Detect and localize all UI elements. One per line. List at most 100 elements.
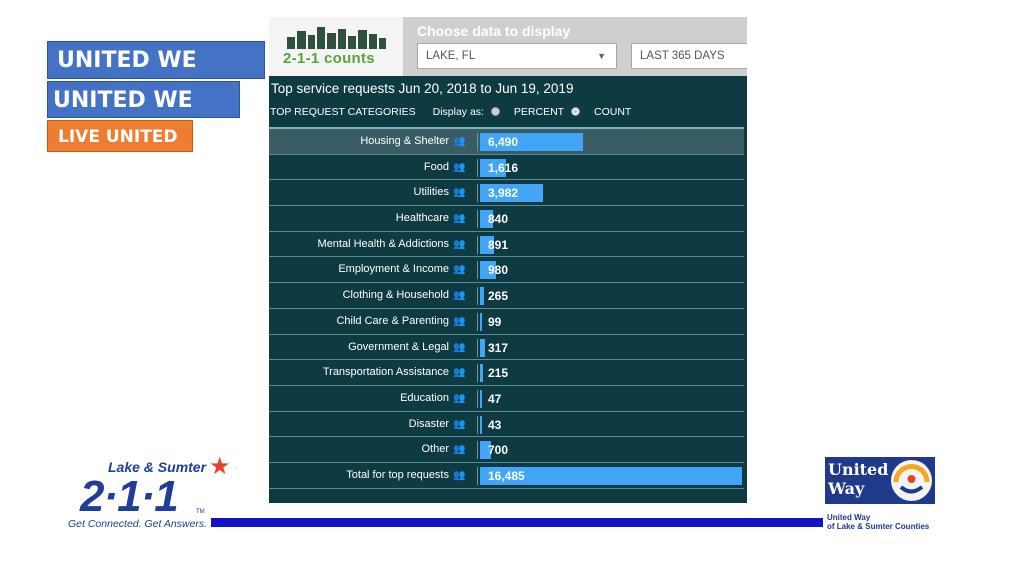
people-icon: 👥 [453, 290, 466, 302]
star-icon: ★ [209, 453, 231, 480]
requests-title: Top service requests Jun 20, 2018 to Jun… [271, 81, 574, 96]
row-value: 3,982 [488, 186, 519, 201]
people-icon: 👥 [453, 213, 466, 225]
row-label: Utilities 👥 [414, 180, 467, 205]
row-divider [477, 441, 478, 460]
slogan-live-united: LIVE UNITED [47, 120, 193, 152]
row-label-text: Government & Legal [348, 340, 449, 353]
row-value: 1,616 [488, 160, 519, 175]
tagline-text: Get Connected. Get Answers. [68, 518, 208, 530]
row-bar [480, 364, 484, 383]
table-row[interactable]: Disaster 👥 43 [269, 412, 744, 438]
row-bar [480, 338, 486, 357]
row-bar [480, 287, 485, 306]
table-row[interactable]: Utilities 👥 3,982 [269, 180, 744, 207]
people-icon: 👥 [453, 392, 466, 404]
table-row[interactable]: Food 👥 1,616 [269, 155, 744, 181]
row-label-text: Mental Health & Addictions [317, 237, 449, 250]
row-label-text: Child Care & Parenting [336, 314, 449, 327]
footer-rule [211, 518, 823, 527]
row-label: Education 👥 [400, 386, 467, 411]
count-radio[interactable] [571, 107, 580, 116]
choose-data-label: Choose data to display [417, 23, 571, 39]
location-select-value: LAKE, FL [426, 50, 476, 62]
united-way-sub1: United Way [827, 513, 871, 522]
row-value: 47 [488, 391, 502, 406]
row-value: 317 [488, 340, 509, 355]
united-way-emblem-icon [891, 460, 932, 501]
trademark-text: TM [196, 509, 205, 515]
table-row[interactable]: Housing & Shelter 👥 6,490 [269, 129, 744, 155]
united-way-sub2: of Lake & Sumter Counties [827, 522, 930, 531]
dashboard-screenshot: 2-1-1 counts Choose data to display LAKE… [269, 17, 747, 503]
people-icon: 👥 [453, 315, 466, 327]
row-divider [477, 210, 478, 229]
people-icon: 👥 [453, 367, 466, 379]
counts-logo: 2-1-1 counts [269, 17, 403, 76]
row-label: Government & Legal 👥 [348, 335, 467, 360]
people-icon: 👥 [453, 238, 466, 250]
table-row[interactable]: Education 👥 47 [269, 386, 744, 412]
skyline-icon [287, 27, 386, 49]
row-divider [477, 184, 478, 203]
people-icon: 👥 [453, 469, 466, 481]
row-label: Disaster 👥 [409, 412, 467, 437]
people-icon: 👥 [453, 187, 466, 199]
table-row[interactable]: Transportation Assistance 👥 215 [269, 360, 744, 386]
row-divider [477, 261, 478, 280]
people-icon: 👥 [453, 418, 466, 430]
chevron-down-icon: ▼ [597, 51, 606, 61]
row-divider [477, 287, 478, 306]
row-value: 700 [488, 443, 509, 458]
row-label-text: Employment & Income [338, 263, 449, 276]
row-divider [477, 158, 478, 177]
row-value: 43 [488, 417, 502, 432]
row-value: 215 [488, 366, 509, 381]
location-select[interactable]: LAKE, FL ▼ [417, 43, 617, 69]
table-row[interactable]: Mental Health & Addictions 👥 891 [269, 232, 744, 258]
period-select[interactable]: LAST 365 DAYS [631, 43, 747, 69]
table-row[interactable]: Employment & Income 👥 980 [269, 257, 744, 284]
categories-label: TOP REQUEST CATEGORIES [270, 106, 416, 118]
row-divider [477, 364, 478, 383]
row-divider [477, 133, 478, 151]
table-row[interactable]: Other 👥 700 [269, 437, 744, 463]
row-divider [477, 415, 478, 434]
people-icon: 👥 [453, 264, 466, 276]
table-row[interactable]: Total for top requests 👥 16,485 [269, 463, 744, 489]
people-icon: 👥 [453, 341, 466, 353]
table-row[interactable]: Healthcare 👥 840 [269, 206, 744, 232]
row-label: Total for top requests 👥 [346, 463, 467, 488]
row-bar [480, 415, 482, 434]
row-label: Mental Health & Addictions 👥 [318, 232, 467, 257]
row-value: 840 [488, 212, 509, 227]
row-divider [477, 389, 478, 408]
row-label: Clothing & Household 👥 [343, 283, 467, 308]
united-way-subtitle: United Way of Lake & Sumter Counties [827, 513, 929, 531]
united-way-wordmark: United Way [828, 460, 888, 498]
united-way-logo: United Way United Way of Lake & Sumter C… [825, 457, 935, 532]
slogan-united-we-fight: UNITED WE FIGHT [47, 41, 265, 111]
request-table: Housing & Shelter 👥 6,490 Food 👥 1,616 Utiliti… [269, 129, 744, 489]
row-value: 6,490 [488, 135, 519, 149]
people-icon: 👥 [453, 444, 466, 456]
counts-logo-text: 2-1-1 counts [283, 50, 375, 67]
percent-radio[interactable] [490, 107, 500, 116]
row-label: Healthcare 👥 [396, 206, 467, 231]
table-row[interactable]: Clothing & Household 👥 265 [269, 283, 744, 309]
slogan-united-we-win: UNITED WE WIN [47, 81, 240, 150]
table-row[interactable]: Child Care & Parenting 👥 99 [269, 309, 744, 335]
slide: UNITED WE FIGHT UNITED WE WIN LIVE UNITE… [0, 0, 1024, 576]
row-label-text: Disaster [408, 417, 449, 430]
display-as-label: Display as: [432, 106, 484, 118]
row-divider [477, 235, 478, 254]
table-row[interactable]: Government & Legal 👥 317 [269, 335, 744, 361]
people-icon: 👥 [453, 136, 466, 147]
row-divider [477, 466, 478, 485]
row-value: 265 [488, 289, 509, 304]
united-way-line2: Way [828, 479, 865, 498]
row-label-text: Food [423, 160, 449, 173]
row-bar [480, 312, 482, 331]
row-value: 891 [488, 237, 509, 252]
period-select-value: LAST 365 DAYS [640, 50, 725, 62]
